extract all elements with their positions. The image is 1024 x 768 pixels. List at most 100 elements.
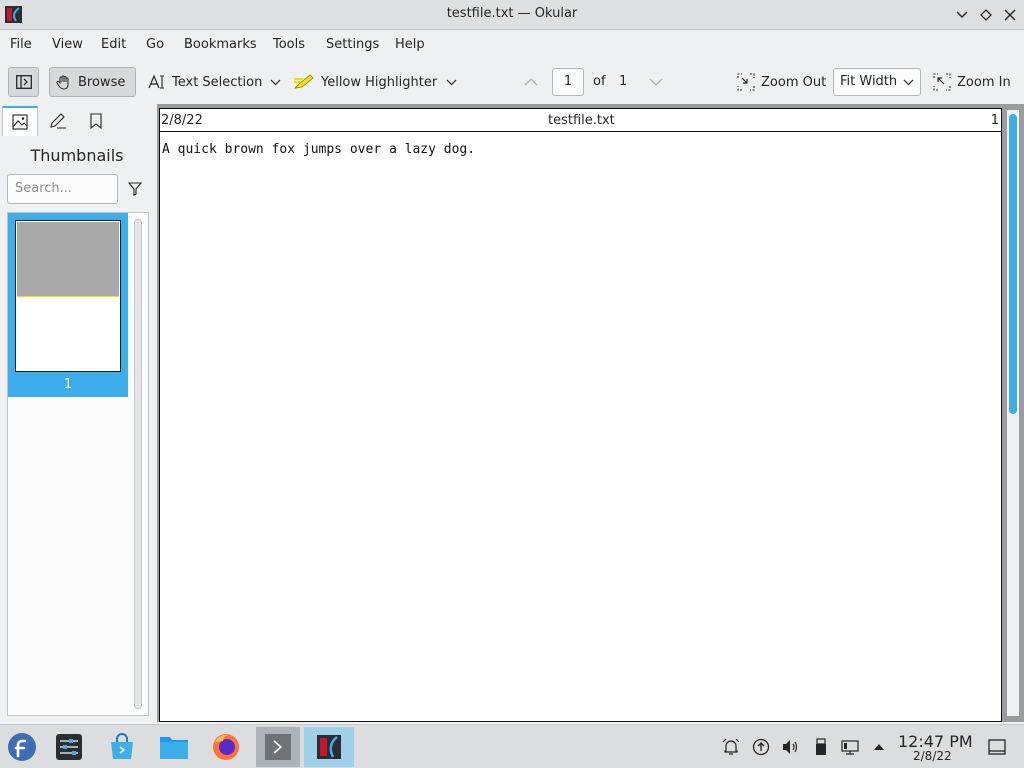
fedora-launcher-button[interactable] (4, 729, 40, 765)
page-total: 1 (619, 74, 628, 89)
removable-devices-icon[interactable] (812, 738, 830, 756)
menu-settings[interactable]: Settings (326, 37, 379, 52)
page-header: 2/8/22 testfile.txt 1 (160, 109, 1001, 132)
updates-icon[interactable] (752, 738, 770, 756)
filter-icon[interactable] (128, 182, 142, 196)
hand-icon (56, 75, 69, 90)
close-button[interactable] (999, 4, 1021, 26)
pen-icon (50, 113, 66, 129)
page-header-date: 2/8/22 (161, 113, 203, 128)
tab-bookmarks[interactable] (78, 106, 114, 136)
page-of-label: of (593, 74, 606, 89)
highlighter-button[interactable]: Yellow Highlighter (287, 67, 443, 97)
okular-app-icon (317, 735, 341, 759)
zoom-out-button[interactable]: Zoom Out (731, 67, 832, 97)
document-scrollbar[interactable] (1007, 110, 1019, 716)
thumbnail-list: 1 (7, 212, 149, 716)
chevron-down-icon (270, 79, 281, 85)
page-number-input[interactable]: 1 (552, 68, 584, 96)
highlighter-dropdown[interactable] (440, 67, 463, 97)
thumbnail-search-input[interactable]: Search... (7, 174, 118, 204)
menu-bookmarks[interactable]: Bookmarks (184, 37, 257, 52)
chevron-down-icon (446, 79, 457, 85)
zoom-out-label: Zoom Out (761, 74, 827, 90)
minimize-button[interactable] (951, 4, 973, 26)
terminal-icon (265, 734, 291, 760)
fedora-logo-icon (8, 733, 36, 761)
wired-network-icon (841, 740, 859, 755)
document-text: A quick brown fox jumps over a lazy dog. (162, 142, 476, 157)
show-desktop-button[interactable] (988, 738, 1006, 756)
previous-page-button[interactable] (518, 67, 544, 97)
maximize-button[interactable] (975, 4, 997, 26)
thumbnail-item[interactable]: 1 (8, 213, 128, 397)
document-scrollbar-thumb[interactable] (1009, 114, 1017, 414)
browse-label: Browse (78, 74, 126, 90)
bookmark-icon (90, 113, 102, 129)
volume-icon[interactable] (781, 738, 799, 756)
taskbar: 12:47 PM 2/8/22 (0, 724, 1024, 768)
diamond-icon (980, 9, 992, 21)
menu-tools[interactable]: Tools (273, 37, 305, 52)
sidebar-toggle-button[interactable] (8, 67, 39, 97)
system-settings-button[interactable] (51, 729, 87, 765)
chevron-down-icon (649, 78, 663, 86)
notifications-icon[interactable] (722, 738, 740, 756)
desktop-icon (988, 739, 1006, 755)
speaker-icon (783, 740, 798, 754)
sidebar-toggle-icon (15, 75, 32, 89)
chevron-up-icon (524, 78, 538, 86)
chevron-down-icon (956, 11, 968, 18)
konsole-button[interactable] (256, 727, 300, 767)
usb-drive-icon (816, 738, 826, 755)
thumbnail-highlight-annotation (17, 222, 119, 297)
firefox-button[interactable] (208, 729, 244, 765)
browse-tool-button[interactable]: Browse (49, 67, 136, 97)
menu-edit[interactable]: Edit (101, 37, 126, 52)
menu-go[interactable]: Go (146, 37, 164, 52)
alarm-bell-icon (722, 738, 740, 755)
zoom-in-label: Zoom In (957, 74, 1011, 90)
menu-view[interactable]: View (52, 37, 83, 52)
chevron-down-icon (903, 79, 914, 86)
tray-expand-button[interactable] (870, 738, 888, 756)
thumbnails-panel: Thumbnails Search... 1 (0, 136, 156, 722)
close-icon (1004, 9, 1016, 21)
menu-help[interactable]: Help (395, 37, 425, 52)
zoom-in-button[interactable]: Zoom In (927, 67, 1017, 97)
firefox-icon (213, 734, 239, 760)
window-title: testfile.txt — Okular (446, 6, 578, 21)
page-header-filename: testfile.txt (548, 113, 615, 128)
document-page[interactable]: 2/8/22 testfile.txt 1 A quick brown fox … (159, 108, 1002, 722)
panel-title: Thumbnails (30, 146, 124, 165)
highlighter-icon (293, 74, 314, 89)
okular-task-button[interactable] (304, 727, 354, 767)
sidebar-tabs (0, 104, 156, 136)
zoom-mode-value: Fit Width (840, 74, 898, 89)
tab-annotations[interactable] (40, 106, 76, 136)
network-icon[interactable] (841, 738, 859, 756)
highlighter-label: Yellow Highlighter (321, 74, 438, 90)
triangle-up-icon (874, 744, 884, 750)
clock-date[interactable]: 2/8/22 (913, 749, 952, 763)
thumbnail-page-preview (15, 220, 121, 372)
thumbnail-page-number: 1 (63, 377, 73, 392)
document-view: 2/8/22 testfile.txt 1 A quick brown fox … (157, 104, 1024, 722)
next-page-button[interactable] (643, 67, 669, 97)
thumbnail-scrollbar[interactable] (134, 219, 142, 709)
menu-file[interactable]: File (10, 37, 32, 52)
title-bar: testfile.txt — Okular (0, 0, 1024, 30)
text-selection-dropdown[interactable] (264, 67, 287, 97)
text-selection-button[interactable]: Text Selection (142, 67, 268, 97)
zoom-out-icon (737, 73, 755, 91)
folder-icon (160, 737, 188, 759)
settings-sliders-icon (56, 734, 82, 760)
tab-thumbnails[interactable] (2, 106, 38, 136)
menu-bar: File View Edit Go Bookmarks Tools Settin… (0, 30, 1024, 60)
text-cursor-icon (148, 74, 164, 89)
discover-store-button[interactable] (104, 729, 140, 765)
update-arrow-icon (752, 738, 770, 756)
text-selection-label: Text Selection (172, 74, 263, 90)
file-manager-button[interactable] (156, 729, 192, 765)
zoom-mode-select[interactable]: Fit Width (833, 68, 921, 96)
